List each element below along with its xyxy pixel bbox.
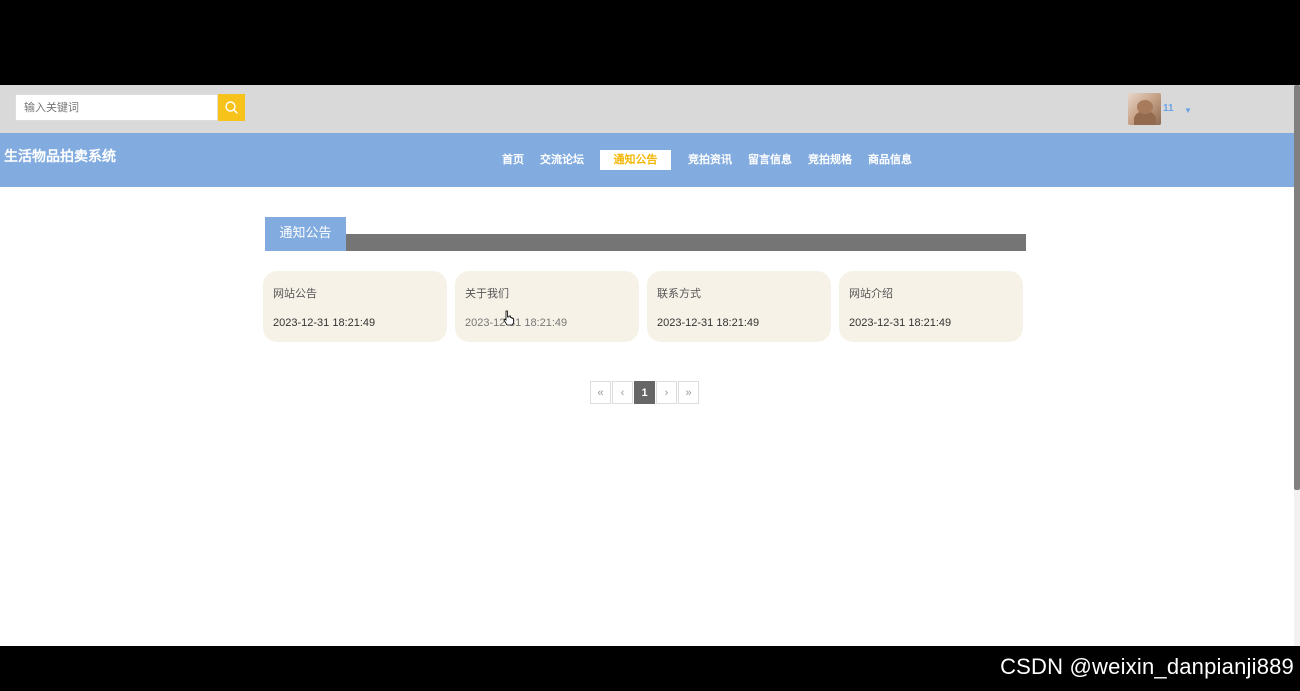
watermark-text: CSDN @weixin_danpianji889 bbox=[1000, 654, 1294, 679]
nav-item-forum[interactable]: 交流论坛 bbox=[540, 150, 584, 170]
notice-card[interactable]: 关于我们 2023-12-31 18:21:49 bbox=[455, 271, 639, 342]
caret-down-icon[interactable]: ▼ bbox=[1184, 106, 1192, 115]
hand-cursor-icon bbox=[503, 310, 514, 326]
page-current-button[interactable]: 1 bbox=[634, 381, 655, 404]
browser-viewport: 11 ▼ 生活物品拍卖系统 首页 交流论坛 通知公告 竞拍资讯 留言信息 竞拍规… bbox=[0, 85, 1300, 646]
notice-card[interactable]: 网站公告 2023-12-31 18:21:49 bbox=[263, 271, 447, 342]
notice-date: 2023-12-31 18:21:49 bbox=[849, 317, 952, 329]
nav-item-notices[interactable]: 通知公告 bbox=[600, 150, 671, 170]
nav-item-auction-news[interactable]: 竞拍资讯 bbox=[688, 150, 732, 170]
nav-item-messages[interactable]: 留言信息 bbox=[748, 150, 792, 170]
scrollbar-thumb[interactable] bbox=[1294, 85, 1300, 490]
section-title: 通知公告 bbox=[265, 217, 346, 251]
notice-date: 2023-12-31 18:21:49 bbox=[657, 317, 760, 329]
avatar[interactable] bbox=[1128, 93, 1161, 125]
user-menu[interactable]: 11 ▼ bbox=[1128, 93, 1198, 125]
notice-date: 2023-12-31 18:21:49 bbox=[465, 317, 568, 329]
nav-item-products[interactable]: 商品信息 bbox=[868, 150, 912, 170]
page-prev-button[interactable]: ‹ bbox=[612, 381, 633, 404]
nav-item-home[interactable]: 首页 bbox=[502, 150, 524, 170]
page-next-button[interactable]: › bbox=[656, 381, 677, 404]
section-divider-bar bbox=[346, 234, 1026, 251]
page-scrollbar[interactable] bbox=[1294, 85, 1300, 646]
notice-title[interactable]: 关于我们 bbox=[465, 285, 509, 301]
site-title: 生活物品拍卖系统 bbox=[4, 149, 116, 165]
notice-title[interactable]: 网站公告 bbox=[273, 285, 317, 301]
notice-title[interactable]: 网站介绍 bbox=[849, 285, 893, 301]
top-header: 11 ▼ bbox=[0, 85, 1294, 133]
notice-date: 2023-12-31 18:21:49 bbox=[273, 317, 376, 329]
search-input[interactable] bbox=[15, 94, 218, 121]
search-icon bbox=[225, 101, 238, 114]
nav-item-auction-rules[interactable]: 竞拍规格 bbox=[808, 150, 852, 170]
video-letterbox-top bbox=[0, 0, 1300, 85]
notice-title[interactable]: 联系方式 bbox=[657, 285, 701, 301]
username[interactable]: 11 bbox=[1163, 103, 1174, 114]
search-box bbox=[15, 94, 245, 121]
main-nav: 生活物品拍卖系统 首页 交流论坛 通知公告 竞拍资讯 留言信息 竞拍规格 商品信… bbox=[0, 133, 1294, 187]
page-last-button[interactable]: » bbox=[678, 381, 699, 404]
page-first-button[interactable]: « bbox=[590, 381, 611, 404]
section-header: 通知公告 bbox=[265, 217, 1026, 251]
notice-card[interactable]: 联系方式 2023-12-31 18:21:49 bbox=[647, 271, 831, 342]
search-button[interactable] bbox=[218, 94, 245, 121]
notice-card[interactable]: 网站介绍 2023-12-31 18:21:49 bbox=[839, 271, 1023, 342]
